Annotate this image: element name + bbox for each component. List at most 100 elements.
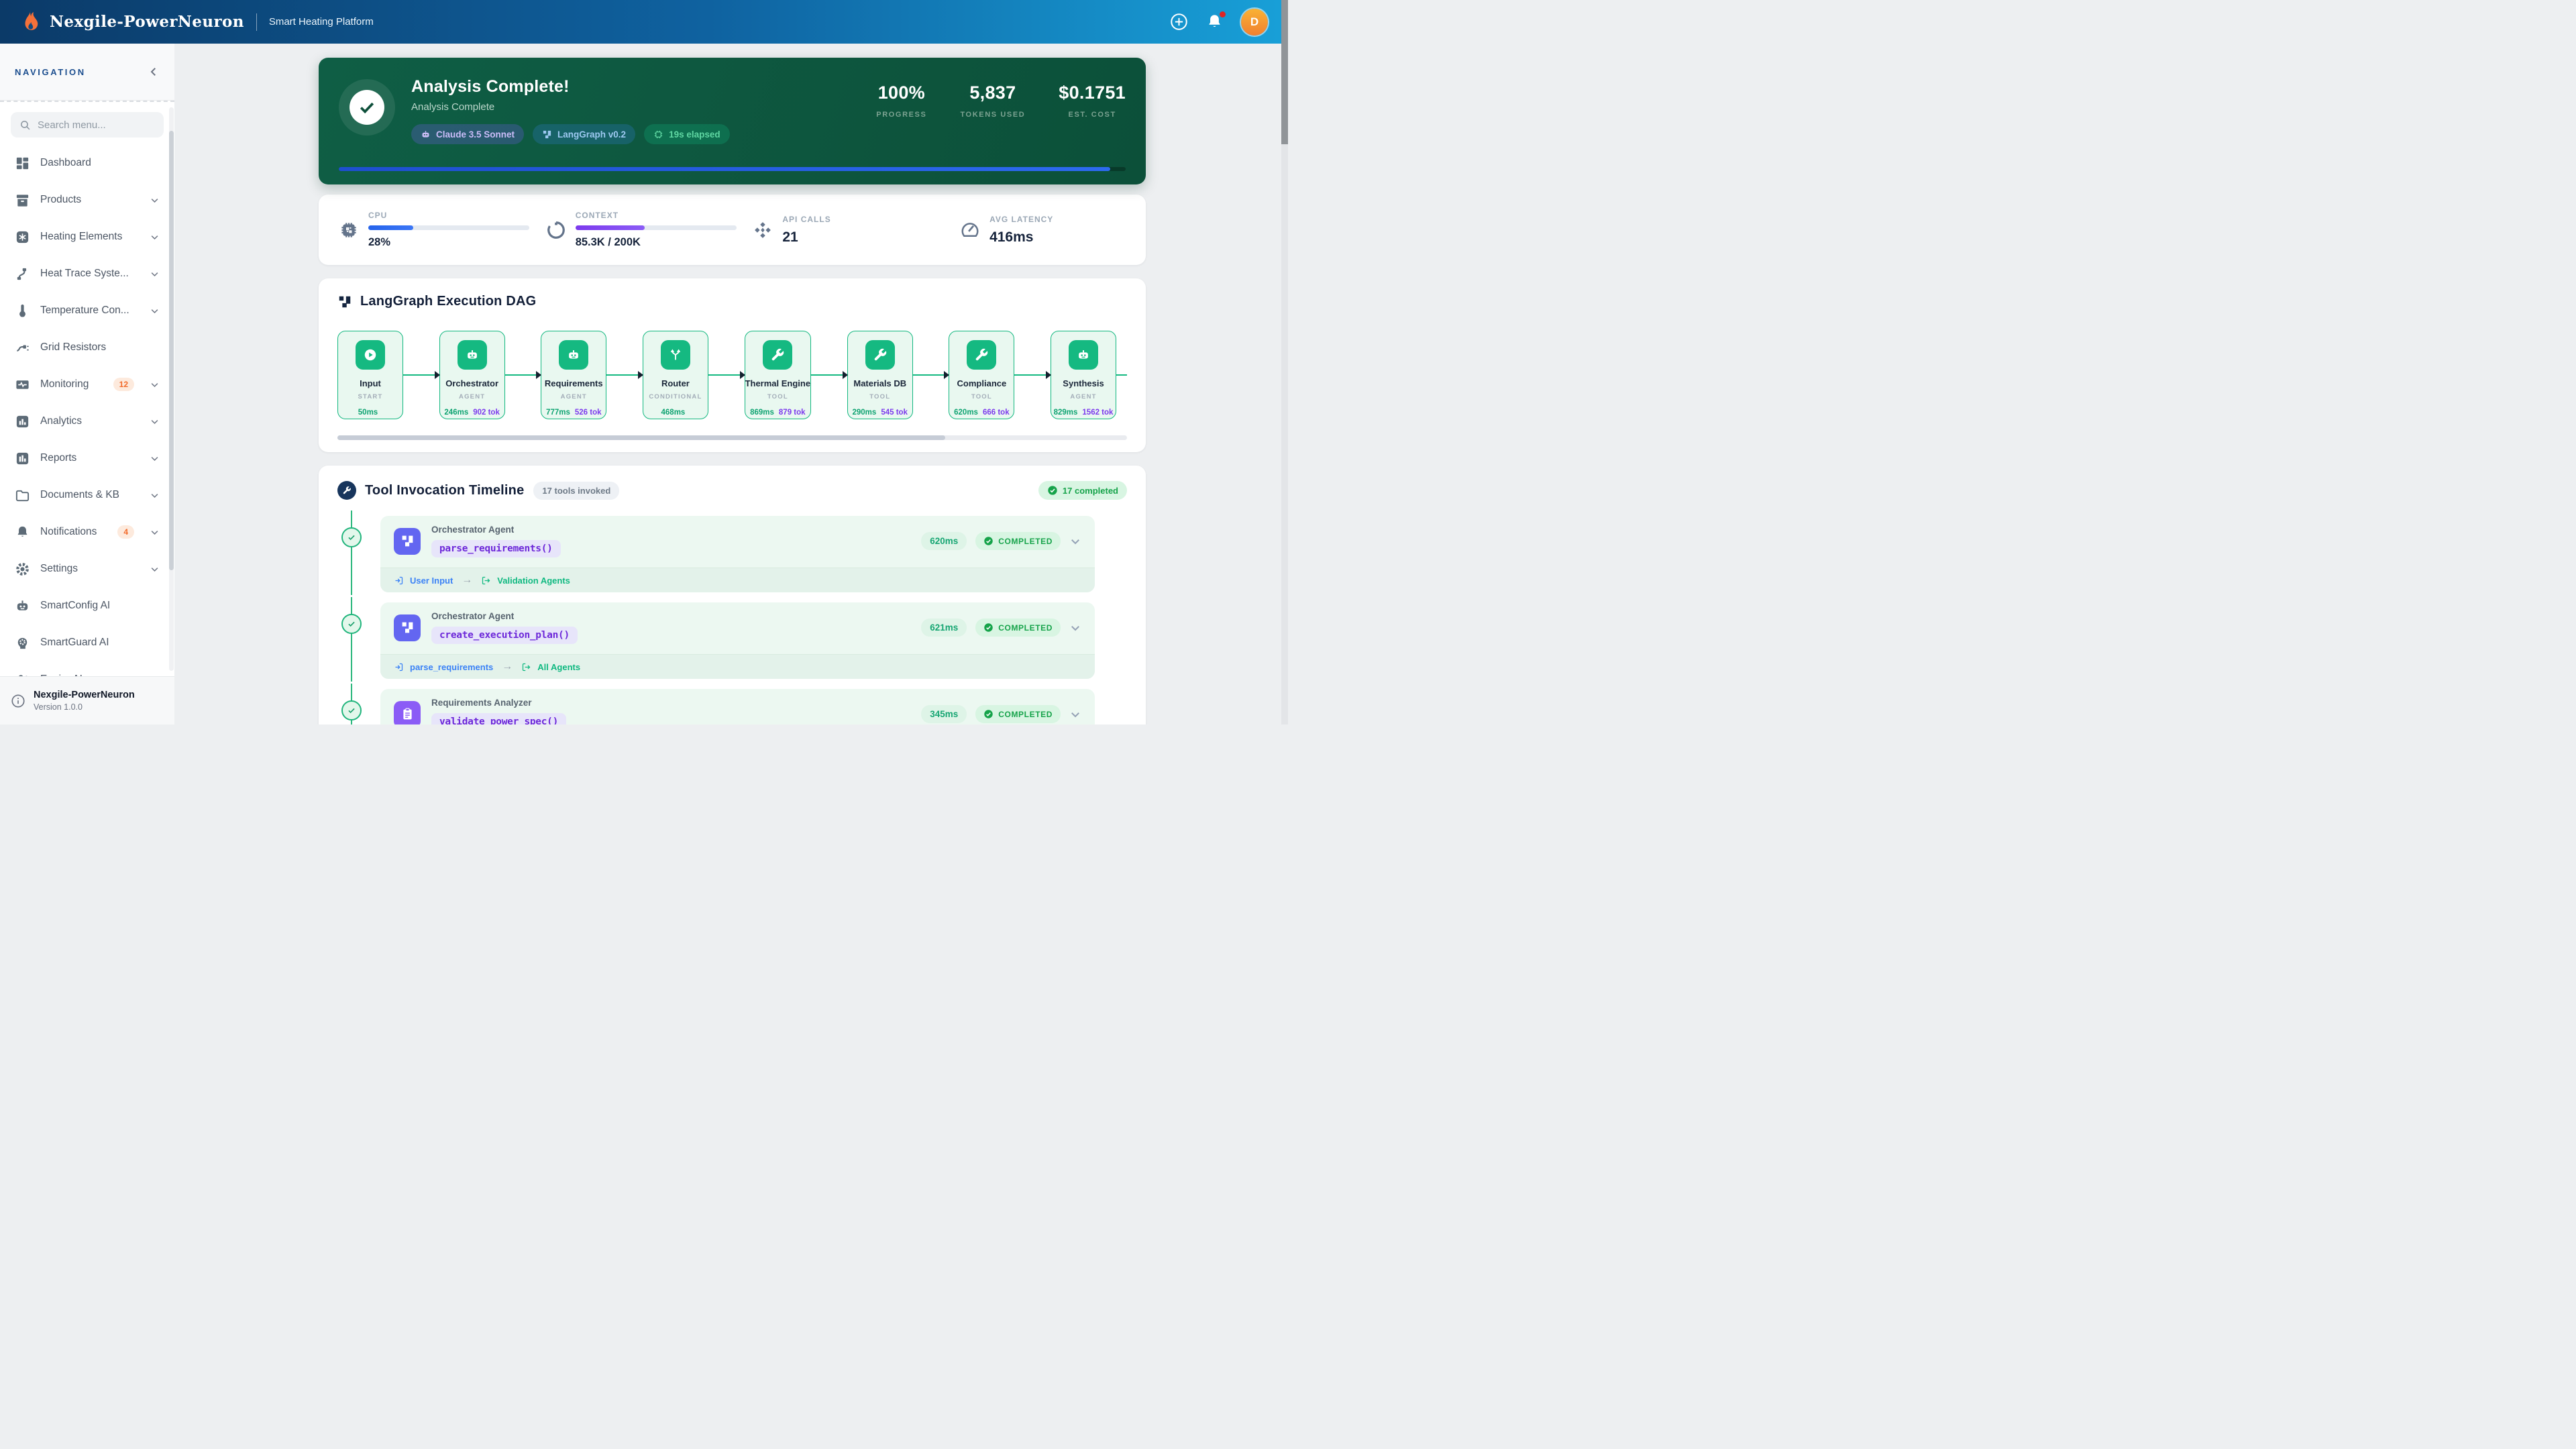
dag-node-orchestrator[interactable]: Orchestrator AGENT 246ms902 tok xyxy=(439,331,505,419)
timeline-check-node xyxy=(341,614,362,634)
sidebar-item-settings[interactable]: Settings xyxy=(7,554,168,584)
dag-node-compliance[interactable]: Compliance TOOL 620ms666 tok xyxy=(949,331,1014,419)
flow-target[interactable]: Validation Agents xyxy=(497,576,570,586)
dag-scrollbar[interactable] xyxy=(337,435,1127,440)
dag-edge-arrow xyxy=(505,374,541,376)
chevron-down-icon xyxy=(150,564,160,574)
robot-icon xyxy=(421,129,431,140)
context-bar-track xyxy=(576,225,737,230)
sidebar-item-notifications[interactable]: Notifications 4 xyxy=(7,517,168,547)
metrics-row: CPU 28% CONTEXT 85.3K / 200K API CALLS 2… xyxy=(319,195,1146,265)
chevron-left-icon xyxy=(148,66,160,78)
app-name: Nexgile-PowerNeuron xyxy=(50,13,244,31)
cpu-metric: CPU 28% xyxy=(339,211,546,249)
analysis-complete-banner: Analysis Complete! Analysis Complete Cla… xyxy=(319,58,1146,184)
check-circle-icon xyxy=(983,536,994,546)
sidebar-item-analytics[interactable]: Analytics xyxy=(7,407,168,436)
dag-node-requirements[interactable]: Requirements AGENT 777ms526 tok xyxy=(541,331,606,419)
sidebar-item-label: SmartGuard AI xyxy=(40,637,109,649)
dag-node-router[interactable]: Router CONDITIONAL 468ms xyxy=(643,331,708,419)
cost-value: $0.1751 xyxy=(1059,83,1126,103)
context-value: 85.3K / 200K xyxy=(576,236,737,249)
user-avatar[interactable]: D xyxy=(1241,9,1268,36)
sidebar-scrollbar-thumb[interactable] xyxy=(169,131,174,570)
dag-edge-arrow xyxy=(811,374,847,376)
sidebar-item-label: Reports xyxy=(40,452,76,464)
chevron-down-icon[interactable] xyxy=(1069,622,1081,634)
tool-invocation-card[interactable]: Requirements Analyzer validate_power_spe… xyxy=(380,689,1095,724)
context-label: CONTEXT xyxy=(576,211,737,220)
flow-source[interactable]: User Input xyxy=(410,576,453,586)
latency-metric: AVG LATENCY 416ms xyxy=(960,215,1126,246)
notifications-button[interactable] xyxy=(1205,13,1224,31)
langgraph-badge: LangGraph v0.2 xyxy=(533,124,635,144)
chevron-down-icon[interactable] xyxy=(1069,708,1081,720)
add-button[interactable] xyxy=(1170,13,1188,31)
sidebar-header: NAVIGATION xyxy=(0,44,174,101)
data-flow-footer: User Input → Validation Agents xyxy=(380,568,1095,592)
sidebar-scrollbar[interactable] xyxy=(169,107,174,671)
sidebar-item-grid-resistors[interactable]: Grid Resistors xyxy=(7,333,168,362)
dag-node-thermal-engine[interactable]: Thermal Engine TOOL 869ms879 tok xyxy=(745,331,812,419)
dag-title: LangGraph Execution DAG xyxy=(360,294,536,309)
search-placeholder: Search menu... xyxy=(38,119,106,131)
sidebar-item-label: Monitoring xyxy=(40,378,89,390)
sidebar-item-smartconfig-ai[interactable]: SmartConfig AI xyxy=(7,591,168,621)
sidebar-item-label: Documents & KB xyxy=(40,489,119,501)
api-calls-metric: API CALLS 21 xyxy=(753,215,960,246)
dag-scrollbar-thumb[interactable] xyxy=(337,435,945,440)
dag-node-input[interactable]: Input START 50ms xyxy=(337,331,403,419)
flow-target[interactable]: All Agents xyxy=(537,662,580,672)
page-scrollbar[interactable] xyxy=(1281,0,1288,724)
sidebar-item-temperature[interactable]: Temperature Con... xyxy=(7,296,168,325)
chip-icon xyxy=(653,129,663,140)
timeline-title: Tool Invocation Timeline xyxy=(365,483,524,498)
flow-source[interactable]: parse_requirements xyxy=(410,662,493,672)
timeline-rows: Orchestrator Agent parse_requirements() … xyxy=(337,516,1127,724)
sidebar-item-products[interactable]: Products xyxy=(7,185,168,215)
tools-invoked-badge: 17 tools invoked xyxy=(533,482,619,500)
dashboard-icon xyxy=(15,156,30,171)
completed-count-badge: 17 completed xyxy=(1038,481,1127,500)
footer-app-name: Nexgile-PowerNeuron xyxy=(34,690,135,700)
sidebar-item-heating-elements[interactable]: Heating Elements xyxy=(7,222,168,252)
model-badge: Claude 3.5 Sonnet xyxy=(411,124,524,144)
api-diamonds-icon xyxy=(753,220,773,240)
context-bar-fill xyxy=(576,225,645,230)
latency-label: AVG LATENCY xyxy=(989,215,1053,224)
search-input[interactable]: Search menu... xyxy=(11,112,164,138)
progress-label: PROGRESS xyxy=(876,111,926,119)
tool-invocation-card[interactable]: Orchestrator Agent create_execution_plan… xyxy=(380,602,1095,679)
success-check-halo xyxy=(339,79,395,136)
sidebar-item-monitoring[interactable]: Monitoring 12 xyxy=(7,370,168,399)
sidebar-item-dashboard[interactable]: Dashboard xyxy=(7,148,168,178)
chevron-down-icon[interactable] xyxy=(1069,535,1081,547)
notifications-badge: 4 xyxy=(117,525,134,539)
banner-progress-fill xyxy=(339,167,1110,171)
top-bar: Nexgile-PowerNeuron Smart Heating Platfo… xyxy=(0,0,1288,44)
tool-invocation-card[interactable]: Orchestrator Agent parse_requirements() … xyxy=(380,516,1095,592)
header-divider xyxy=(256,13,257,31)
chevron-down-icon xyxy=(150,417,160,427)
dag-node-synthesis[interactable]: Synthesis AGENT 829ms1562 tok xyxy=(1051,331,1116,419)
dag-graph-icon xyxy=(337,294,352,309)
sidebar-item-documents[interactable]: Documents & KB xyxy=(7,480,168,510)
timeline-connector xyxy=(351,511,352,595)
plug-icon xyxy=(15,340,30,356)
page-scrollbar-thumb[interactable] xyxy=(1281,0,1288,144)
sidebar-item-reports[interactable]: Reports xyxy=(7,443,168,473)
footer-version: Version 1.0.0 xyxy=(34,702,135,712)
duration-badge: 345ms xyxy=(921,705,967,723)
check-circle-icon xyxy=(1047,485,1058,496)
dag-node-materials-db[interactable]: Materials DB TOOL 290ms545 tok xyxy=(847,331,913,419)
notification-dot xyxy=(1220,11,1226,17)
timeline-row: Orchestrator Agent parse_requirements() … xyxy=(337,516,1127,592)
robot-icon xyxy=(458,340,487,370)
sidebar-item-smartguard-ai[interactable]: SmartGuard AI xyxy=(7,628,168,657)
log-out-icon xyxy=(521,662,531,672)
plus-circle-icon xyxy=(1170,13,1188,31)
sidebar-item-heat-trace[interactable]: Heat Trace Syste... xyxy=(7,259,168,288)
context-metric: CONTEXT 85.3K / 200K xyxy=(546,211,753,249)
log-out-icon xyxy=(481,576,491,586)
sidebar-collapse-button[interactable] xyxy=(148,66,160,78)
